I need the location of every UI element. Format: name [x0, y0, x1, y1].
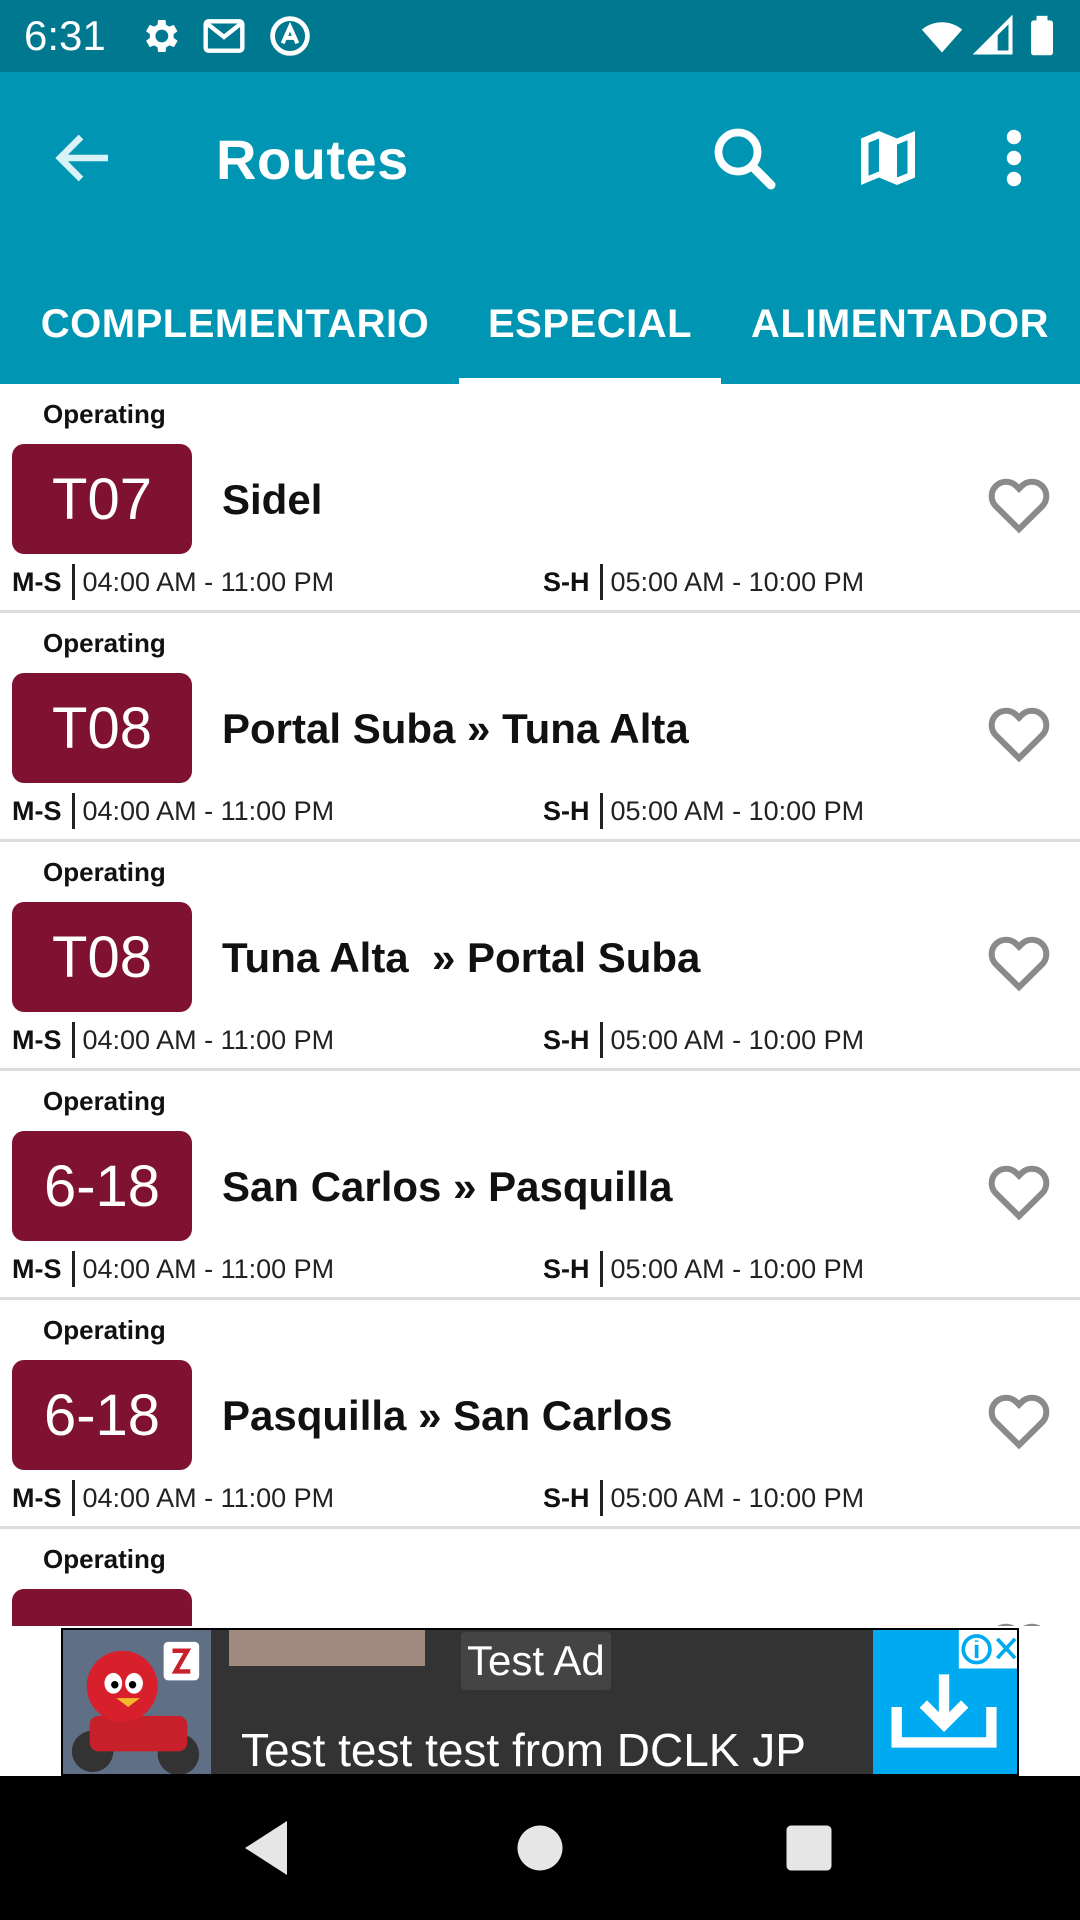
route-status: Operating — [43, 628, 166, 658]
schedule-holiday-hours: 05:00 AM - 10:00 PM — [610, 1482, 865, 1513]
route-name: San Carlos » Pasquilla — [222, 1163, 673, 1210]
favorite-heart-icon[interactable] — [986, 1159, 1052, 1221]
wifi-icon — [920, 14, 964, 58]
schedule-holiday-hours: 05:00 AM - 10:00 PM — [610, 1024, 865, 1055]
game-thumbnail-icon[interactable] — [63, 1630, 211, 1774]
ad-text[interactable]: Test test test from DCLK JP — [241, 1724, 806, 1774]
schedule-holiday-label: S-H — [543, 1482, 590, 1513]
route-code-badge: T07 — [12, 444, 192, 554]
ad-image-strip — [229, 1630, 425, 1666]
route-item[interactable]: Operating 6-18 Pasquilla » San Carlos M-S 04… — [0, 1300, 1080, 1529]
schedule-weekday-hours: 04:00 AM - 11:00 PM — [82, 1253, 335, 1284]
route-name: Sidel — [222, 476, 323, 523]
route-item[interactable]: Operating T08 Portal Suba » Tuna Alta M-S 04… — [0, 613, 1080, 842]
route-code-badge: T08 — [12, 902, 192, 1012]
app-bar: Routes COMPLEMENTARIO ESPECIAL ALIMENTAD… — [0, 72, 1080, 384]
tab-complementario[interactable]: COMPLEMENTARIO — [30, 264, 440, 384]
route-code-badge: 6-18 — [12, 1360, 192, 1470]
route-name: Tuna Alta » Portal Suba — [222, 934, 701, 981]
schedule-holiday: S-H 05:00 AM - 10:00 PM — [543, 562, 864, 602]
route-item[interactable]: Operating 6-18 San Carlos » Pasquilla M-S 04… — [0, 1071, 1080, 1300]
home-circle-icon[interactable] — [504, 1812, 576, 1884]
schedule-weekday-hours: 04:00 AM - 11:00 PM — [82, 566, 335, 597]
route-status: Operating — [43, 857, 166, 887]
favorite-heart-icon[interactable] — [986, 472, 1052, 534]
schedule-separator — [71, 564, 75, 600]
schedule-separator — [71, 1022, 75, 1058]
schedule-holiday-hours: 05:00 AM - 10:00 PM — [610, 795, 865, 826]
route-item[interactable]: Operating T07 Sidel M-S 04:00 AM - 11:00 PM S… — [0, 384, 1080, 613]
schedule-separator — [599, 793, 603, 829]
schedule-weekday-label: M-S — [12, 1253, 62, 1284]
signal-icon — [972, 14, 1016, 58]
route-item[interactable]: Operating — [0, 1529, 1080, 1626]
schedule-holiday-label: S-H — [543, 1024, 590, 1055]
ad-label: Test Ad — [461, 1632, 611, 1690]
schedule-weekday-label: M-S — [12, 566, 62, 597]
route-list[interactable]: Operating T07 Sidel M-S 04:00 AM - 11:00 PM S… — [0, 384, 1080, 1626]
recents-square-icon[interactable] — [773, 1812, 845, 1884]
search-icon[interactable] — [708, 122, 780, 194]
ad-area: Test Ad Test test test from DCLK JP — [0, 1626, 1080, 1776]
status-bar: 6:31 — [0, 0, 1080, 72]
gear-icon — [138, 14, 182, 58]
schedule-holiday-hours: 05:00 AM - 10:00 PM — [610, 566, 865, 597]
tab-alimentador[interactable]: ALIMENTADOR — [740, 264, 1060, 384]
gmail-icon — [202, 14, 246, 58]
circle-a-icon — [268, 14, 312, 58]
map-icon[interactable] — [852, 122, 924, 194]
download-icon[interactable] — [873, 1630, 1017, 1774]
tab-especial[interactable]: ESPECIAL — [459, 264, 721, 384]
schedule-separator — [71, 1251, 75, 1287]
schedule-holiday-label: S-H — [543, 1253, 590, 1284]
schedule-weekday-hours: 04:00 AM - 11:00 PM — [82, 1024, 335, 1055]
schedule-holiday: S-H 05:00 AM - 10:00 PM — [543, 1249, 864, 1289]
schedule-separator — [599, 1480, 603, 1516]
back-triangle-icon[interactable] — [230, 1812, 302, 1884]
favorite-heart-icon[interactable] — [986, 930, 1052, 992]
tab-bar: COMPLEMENTARIO ESPECIAL ALIMENTADOR — [0, 264, 1080, 384]
route-name: Pasquilla » San Carlos — [222, 1392, 673, 1439]
schedule-holiday: S-H 05:00 AM - 10:00 PM — [543, 1020, 864, 1060]
schedule-weekday-hours: 04:00 AM - 11:00 PM — [82, 795, 335, 826]
schedule-weekday-label: M-S — [12, 1024, 62, 1055]
schedule-holiday-hours: 05:00 AM - 10:00 PM — [610, 1253, 865, 1284]
schedule-weekday-label: M-S — [12, 1482, 62, 1513]
schedule-holiday: S-H 05:00 AM - 10:00 PM — [543, 1478, 864, 1518]
route-status: Operating — [43, 1315, 166, 1345]
schedule-weekday-label: M-S — [12, 795, 62, 826]
route-name: Portal Suba » Tuna Alta — [222, 705, 689, 752]
schedule-separator — [71, 793, 75, 829]
favorite-heart-icon[interactable] — [986, 701, 1052, 763]
back-arrow-icon[interactable] — [48, 122, 120, 194]
route-code-badge — [12, 1589, 192, 1626]
schedule-separator — [599, 564, 603, 600]
route-code-badge: T08 — [12, 673, 192, 783]
schedule-holiday-label: S-H — [543, 795, 590, 826]
more-vert-icon[interactable] — [1000, 122, 1028, 194]
route-status: Operating — [43, 1544, 166, 1574]
schedule-weekday: M-S 04:00 AM - 11:00 PM — [12, 1249, 334, 1289]
favorite-heart-icon[interactable] — [986, 1388, 1052, 1450]
schedule-weekday-hours: 04:00 AM - 11:00 PM — [82, 1482, 335, 1513]
page-title: Routes — [216, 128, 409, 191]
schedule-weekday: M-S 04:00 AM - 11:00 PM — [12, 1478, 334, 1518]
favorite-heart-icon[interactable] — [986, 1617, 1052, 1626]
status-time: 6:31 — [24, 12, 106, 59]
schedule-weekday: M-S 04:00 AM - 11:00 PM — [12, 562, 334, 602]
schedule-weekday: M-S 04:00 AM - 11:00 PM — [12, 791, 334, 831]
navigation-bar — [0, 1776, 1080, 1920]
route-item[interactable]: Operating T08 Tuna Alta » Portal Suba M-S 04… — [0, 842, 1080, 1071]
route-code-badge: 6-18 — [12, 1131, 192, 1241]
schedule-weekday: M-S 04:00 AM - 11:00 PM — [12, 1020, 334, 1060]
schedule-separator — [599, 1251, 603, 1287]
schedule-holiday-label: S-H — [543, 566, 590, 597]
route-status: Operating — [43, 1086, 166, 1116]
schedule-separator — [599, 1022, 603, 1058]
ad-banner[interactable]: Test Ad Test test test from DCLK JP — [61, 1628, 1019, 1776]
battery-icon — [1022, 14, 1062, 58]
schedule-holiday: S-H 05:00 AM - 10:00 PM — [543, 791, 864, 831]
route-status: Operating — [43, 399, 166, 429]
schedule-separator — [71, 1480, 75, 1516]
